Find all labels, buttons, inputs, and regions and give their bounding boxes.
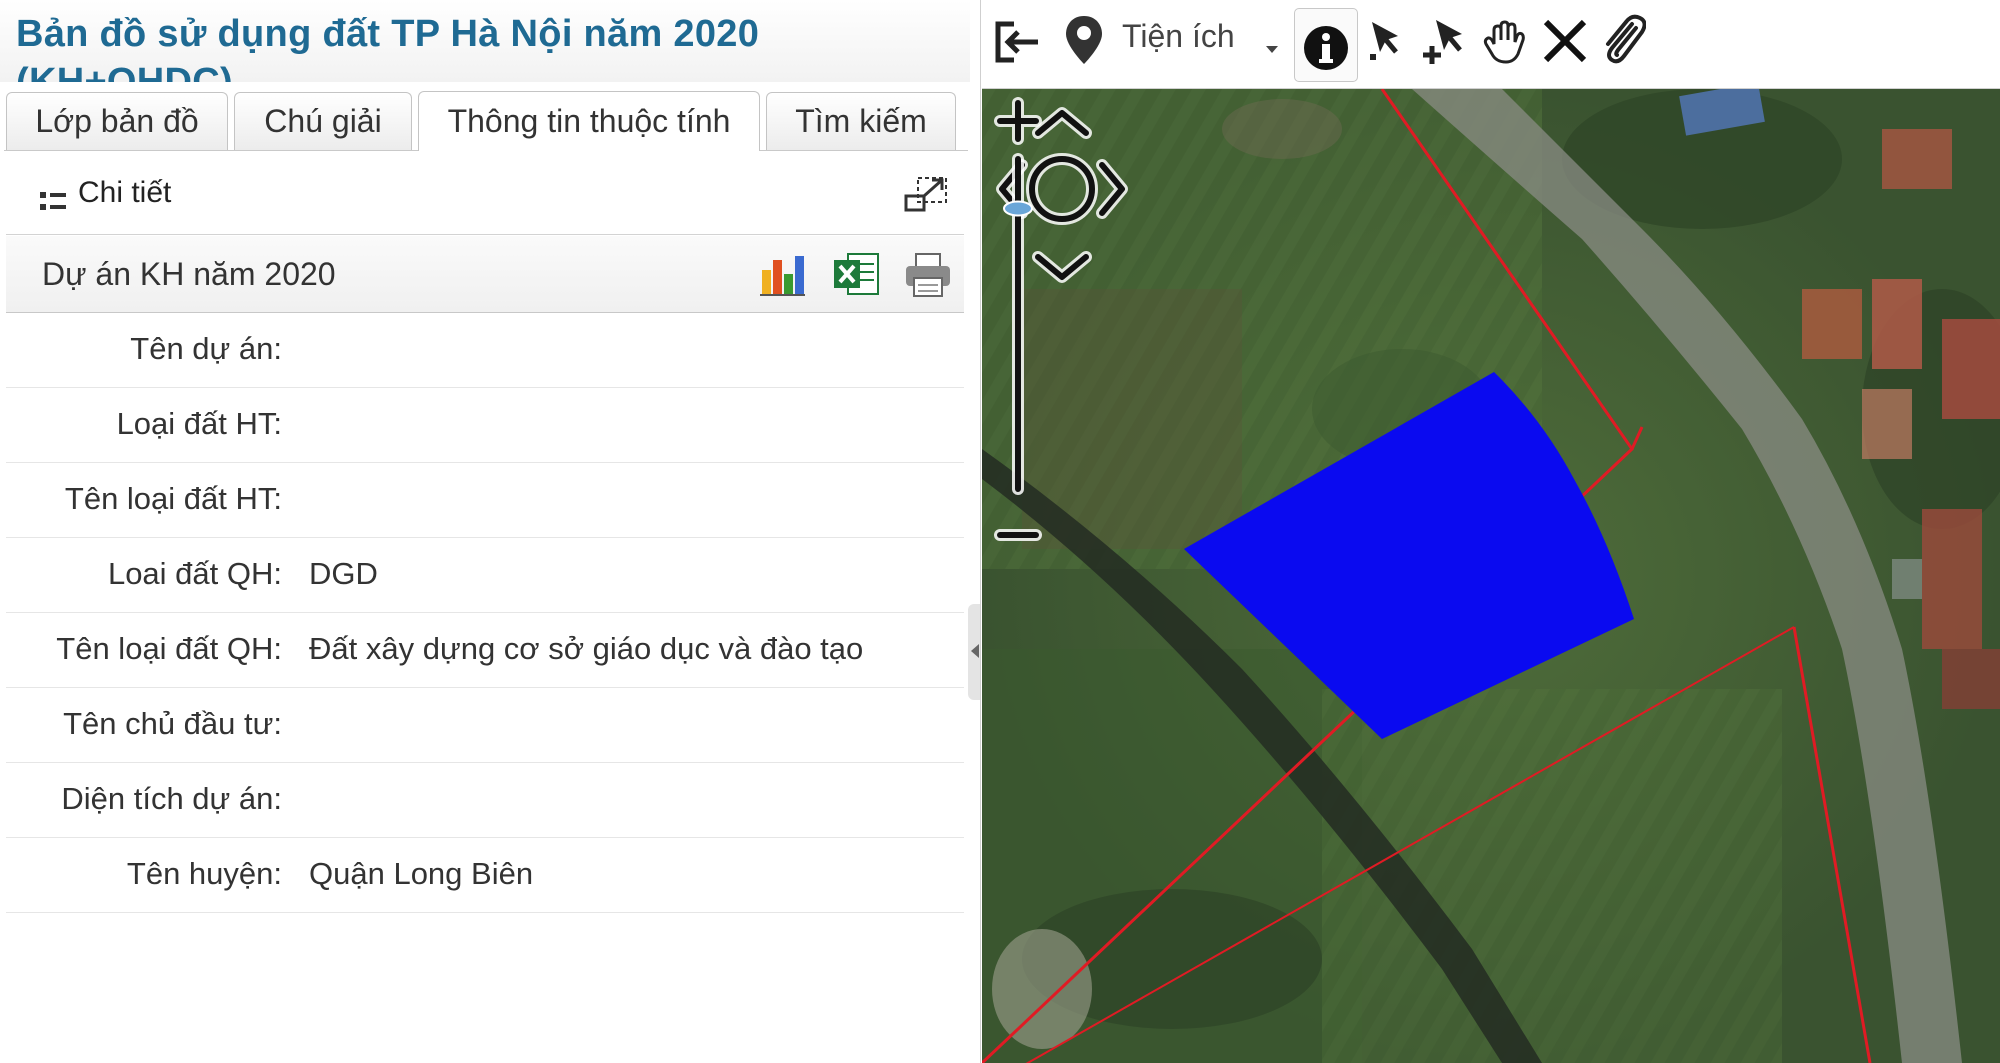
info-icon [1304, 26, 1348, 70]
paperclip-icon[interactable] [1598, 14, 1646, 68]
attr-label: Tên dự án: [130, 331, 282, 366]
tab-strip: Lớp bản đồ Chú giải Thông tin thuộc tính… [4, 86, 968, 151]
project-title: Dự án KH năm 2020 [42, 256, 336, 292]
utilities-menu[interactable]: Tiện ích [1122, 18, 1235, 55]
chart-icon[interactable] [758, 252, 806, 298]
attr-label: Tên chủ đầu tư: [63, 706, 282, 741]
select-icon[interactable] [1368, 18, 1408, 62]
project-header: Dự án KH năm 2020 [6, 236, 964, 313]
tab-legend[interactable]: Chú giải [234, 92, 412, 150]
detail-label: Chi tiết [78, 176, 172, 209]
attr-label: Loại đất HT: [116, 406, 282, 441]
attr-label: Tên huyện: [126, 856, 282, 891]
attr-value: Đất xây dựng cơ sở giáo dục và đào tạo [309, 631, 864, 666]
attr-value: DGD [309, 556, 378, 591]
attr-label: Loai đất QH: [107, 556, 282, 591]
attr-row-district: Tên huyện: Quận Long Biên [6, 838, 964, 913]
attr-label: Diện tích dự án: [61, 781, 282, 816]
page-title: Bản đồ sử dụng đất TP Hà Nội năm 2020 (K… [16, 13, 760, 82]
select-add-icon[interactable] [1422, 18, 1470, 66]
location-pin-icon[interactable] [1064, 14, 1104, 68]
map-view[interactable] [982, 89, 2000, 1063]
attr-row-planned-land-type-name: Tên loại đất QH: Đất xây dựng cơ sở giáo… [6, 613, 964, 688]
attr-row-project-name: Tên dự án: [6, 313, 964, 388]
tab-attribute-info[interactable]: Thông tin thuộc tính [418, 91, 760, 151]
caret-down-icon[interactable] [1264, 44, 1280, 54]
panel-collapse-handle[interactable] [968, 604, 980, 700]
pan-hand-icon[interactable] [1482, 18, 1528, 66]
attr-label: Tên loại đất HT: [64, 481, 282, 516]
attr-row-investor: Tên chủ đầu tư: [6, 688, 964, 763]
info-button[interactable] [1294, 8, 1358, 82]
tab-search[interactable]: Tìm kiếm [766, 92, 956, 150]
title-bar: Bản đồ sử dụng đất TP Hà Nội năm 2020 (K… [0, 0, 970, 82]
zoom-slider[interactable] [982, 89, 1054, 561]
tab-map-layers[interactable]: Lớp bản đồ [6, 92, 228, 150]
zoom-slider-knob[interactable] [1003, 200, 1033, 217]
attribute-table: Tên dự án: Loại đất HT: Tên loại đất HT:… [6, 313, 964, 913]
attr-row-project-area: Diện tích dự án: [6, 763, 964, 838]
print-icon[interactable] [904, 252, 952, 298]
exit-icon[interactable] [994, 18, 1044, 66]
detail-header: Chi tiết [6, 154, 964, 235]
attr-label: Tên loại đất QH: [56, 631, 282, 666]
excel-icon[interactable] [832, 250, 880, 298]
expand-icon[interactable] [904, 174, 950, 214]
close-icon[interactable] [1542, 18, 1588, 64]
attr-row-current-land-type-name: Tên loại đất HT: [6, 463, 964, 538]
map-toolbar: Tiện ích [982, 0, 2000, 89]
attr-row-current-land-type: Loại đất HT: [6, 388, 964, 463]
attr-value: Quận Long Biên [309, 856, 534, 891]
attr-row-planned-land-type: Loai đất QH: DGD [6, 538, 964, 613]
attribute-panel: Bản đồ sử dụng đất TP Hà Nội năm 2020 (K… [0, 0, 981, 1063]
list-icon [40, 192, 66, 210]
chevron-left-icon [971, 644, 979, 658]
